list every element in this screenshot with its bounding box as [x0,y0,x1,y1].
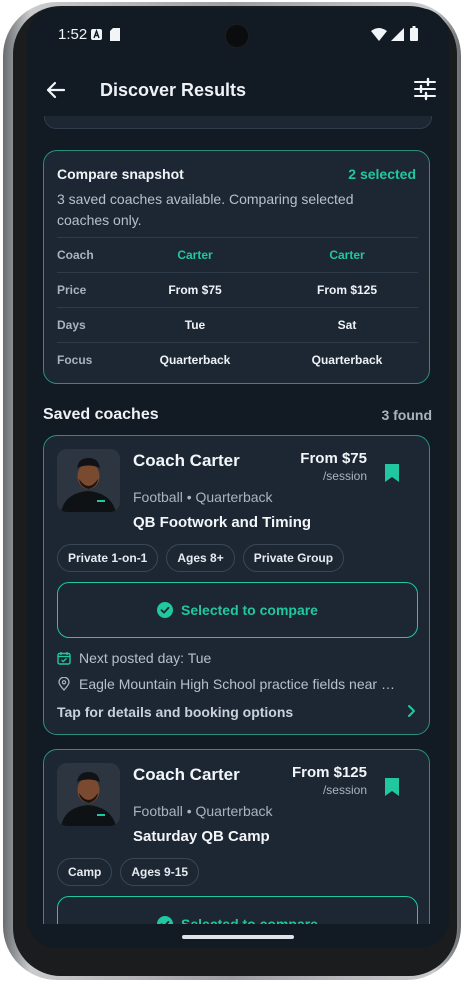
compare-row-label: Price [57,283,87,297]
page-title: Discover Results [100,80,247,100]
compare-cell: Quarterback [159,353,231,367]
tag-chips: Camp Ages 9-15 [57,858,200,886]
price-unit: /session [322,469,367,483]
bookmark-filled-icon[interactable] [384,777,400,797]
check-circle-icon [157,916,174,924]
compare-table: Coach Carter Carter Price From $75 From … [57,237,418,377]
tag-chip: Ages 8+ [166,544,235,572]
avatar [57,449,120,512]
coach-photo-icon [57,763,120,826]
tag-chips: Private 1-on-1 Ages 8+ Private Group [57,544,345,572]
tag-chip: Ages 9-15 [120,858,200,886]
coach-card[interactable]: Coach Carter From $75 /session Football … [43,435,430,735]
saved-coaches-count: 3 found [381,407,432,423]
status-bar: 1:52 [27,8,449,60]
back-arrow-icon[interactable] [43,77,69,103]
compare-row-label: Focus [57,353,93,367]
compare-row-coach: Coach Carter Carter [57,237,418,272]
compare-row-label: Days [57,318,86,332]
compare-row-focus: Focus Quarterback Quarterback [57,342,418,377]
compare-cell: Carter [177,248,213,262]
compare-cell: From $75 [168,283,222,297]
compare-cell: Quarterback [311,353,383,367]
compare-title: Compare snapshot [57,166,184,182]
coach-name: Coach Carter [133,451,240,470]
selected-to-compare-button[interactable]: Selected to compare [57,896,418,924]
sport-position: Football • Quarterback [133,803,273,819]
tag-chip: Private 1-on-1 [57,544,159,572]
compare-cell: Carter [329,248,365,262]
tag-chip: Camp [57,858,113,886]
compare-row-days: Days Tue Sat [57,307,418,342]
location-text: Eagle Mountain High School practice fiel… [79,676,395,692]
front-camera [226,25,248,47]
compare-selected-count: 2 selected [348,166,416,182]
calendar-icon [57,652,71,665]
tag-chip: Private Group [242,544,345,572]
compare-cell: From $125 [316,283,378,297]
details-link[interactable]: Tap for details and booking options [57,704,418,722]
status-time: 1:52 [58,26,88,43]
sport-position: Football • Quarterback [133,489,273,505]
sd-card-icon [110,28,120,41]
cell-signal-icon [391,28,404,41]
app-bar: Discover Results [27,64,449,116]
compare-description: 3 saved coaches available. Comparing sel… [57,191,354,228]
program-title: Saturday QB Camp [133,828,270,845]
price: From $75 [300,450,367,467]
avatar [57,763,120,826]
select-button-label: Selected to compare [181,916,318,924]
location-pin-icon [58,677,70,691]
filter-sliders-icon[interactable] [412,76,438,102]
results-scroll-area[interactable]: Compare snapshot 2 selected 3 saved coac… [27,116,449,924]
compare-cell: Sat [337,318,357,332]
notification-a-icon [91,29,102,40]
home-indicator[interactable] [182,935,294,939]
selected-to-compare-button[interactable]: Selected to compare [57,582,418,638]
chevron-right-icon [408,705,415,717]
location-row: Eagle Mountain High School practice fiel… [57,676,395,692]
previous-card [44,116,432,129]
compare-snapshot-card: Compare snapshot 2 selected 3 saved coac… [43,150,430,384]
details-link-text: Tap for details and booking options [57,704,294,720]
price: From $125 [291,764,367,781]
select-button-label: Selected to compare [181,602,318,618]
compare-row-price: Price From $75 From $125 [57,272,418,307]
coach-photo-icon [57,449,120,512]
compare-row-label: Coach [57,248,94,262]
wifi-icon [371,28,387,41]
saved-coaches-heading: Saved coaches [43,406,159,423]
compare-cell: Tue [184,318,206,332]
battery-icon [410,26,418,41]
coach-name: Coach Carter [133,765,240,784]
next-day-text: Next posted day: Tue [79,650,212,666]
bookmark-filled-icon[interactable] [384,463,400,483]
program-title: QB Footwork and Timing [133,514,312,531]
check-circle-icon [157,602,174,618]
price-unit: /session [322,783,367,797]
coach-card[interactable]: Coach Carter From $125 /session Football… [43,749,430,924]
screen: 1:52 Discover Results Compare snapshot 2… [27,8,449,948]
next-day-row: Next posted day: Tue [57,650,211,666]
